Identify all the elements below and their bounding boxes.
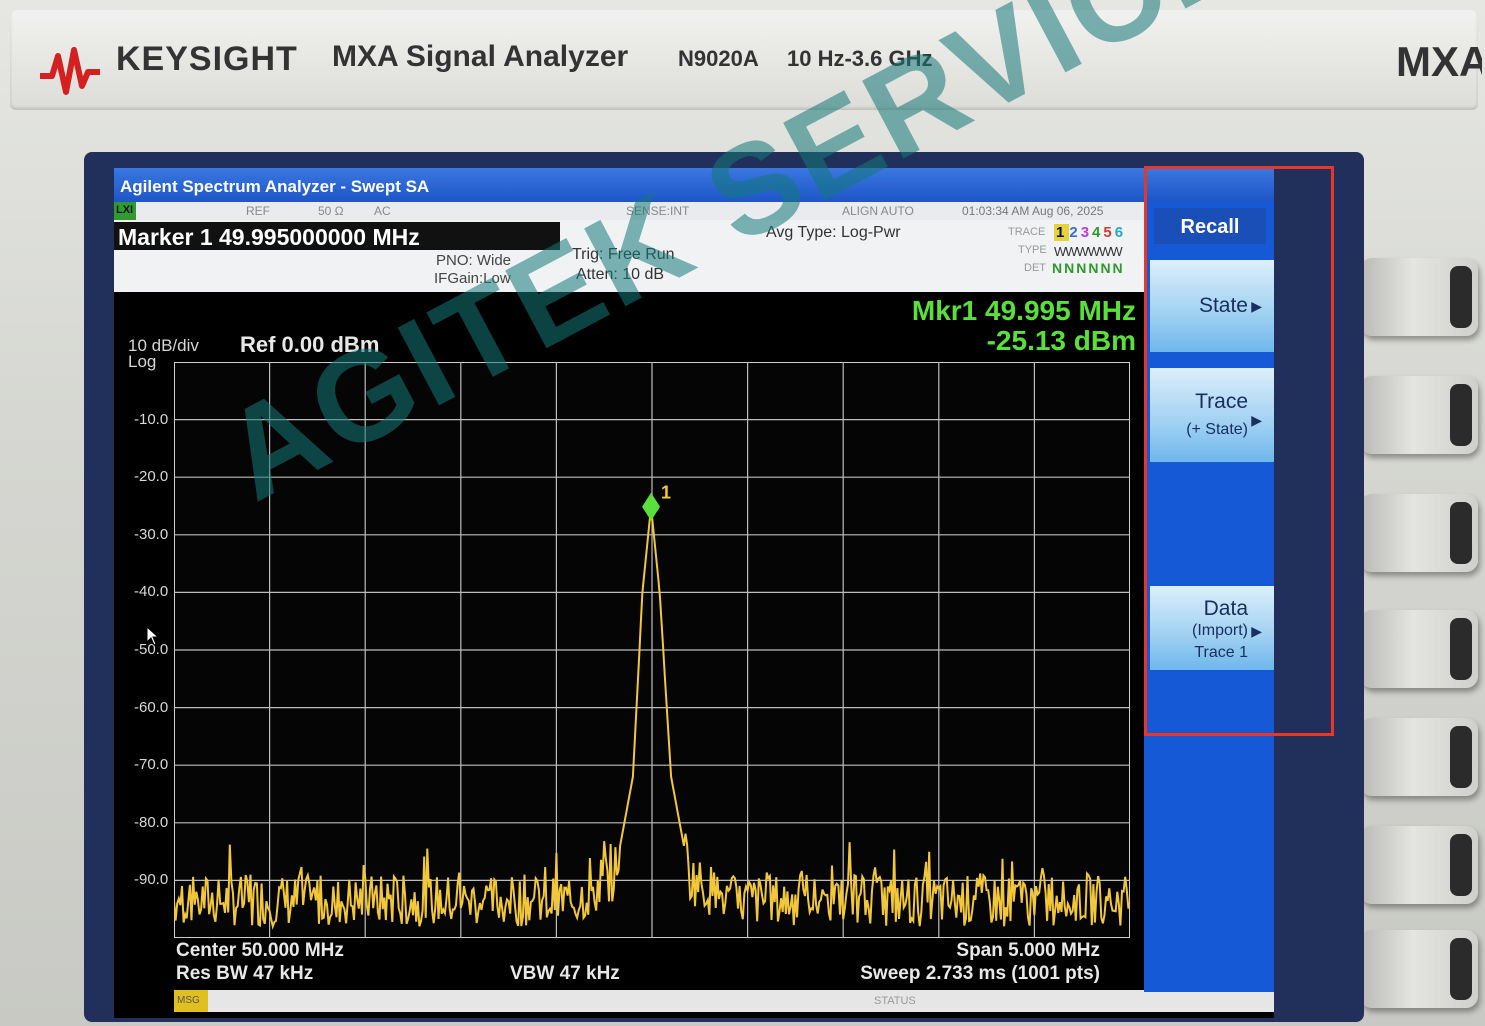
hardware-softkey-1[interactable]: [1360, 258, 1478, 336]
ref-label: REF: [246, 204, 270, 218]
mouse-pointer-icon: [146, 626, 160, 646]
softkey-highlight-box: [1144, 166, 1334, 736]
hardware-softkey-3[interactable]: [1360, 494, 1478, 572]
trigger-setting: Trig: Free Run: [572, 246, 675, 263]
y-tick-label: -70.0: [134, 756, 169, 774]
hardware-softkey-7[interactable]: [1360, 930, 1478, 1008]
marker-readout: Mkr1 49.995 MHz -25.13 dBm: [904, 296, 1136, 356]
trace-numbers: 1 23456: [1054, 224, 1126, 241]
det-label: DET: [1024, 262, 1046, 274]
center-frequency: Center 50.000 MHz: [176, 940, 344, 961]
spectrum-plot[interactable]: 1: [174, 362, 1130, 938]
measurement-info-panel: Marker 1 49.995000000 MHz PNO: Wide IFGa…: [114, 220, 1144, 292]
y-tick-label: -10.0: [134, 410, 169, 428]
y-tick-label: -80.0: [134, 813, 169, 831]
ifgain-setting: IFGain:Low: [434, 270, 511, 287]
msg-tag: MSG: [174, 990, 208, 1012]
reference-level: Ref 0.00 dBm: [240, 332, 380, 357]
coupling-label: AC: [374, 204, 391, 218]
trace-label: TRACE: [1008, 226, 1046, 238]
brand-name: KEYSIGHT: [116, 40, 298, 78]
align-label: ALIGN AUTO: [842, 204, 914, 218]
hardware-softkey-5[interactable]: [1360, 718, 1478, 796]
trace-number-6: 6: [1114, 224, 1127, 241]
attenuation-setting: Atten: 10 dB: [576, 266, 665, 283]
impedance-label: 50 Ω: [318, 204, 344, 218]
analyzer-screen: Agilent Spectrum Analyzer - Swept SA LXI…: [114, 168, 1274, 1018]
app-title-bar: Agilent Spectrum Analyzer - Swept SA: [114, 168, 1274, 202]
lxi-badge: LXI: [114, 202, 136, 220]
avg-type-setting: Avg Type: Log-Pwr: [766, 224, 901, 241]
pno-setting: PNO: Wide: [436, 252, 512, 269]
resolution-bandwidth: Res BW 47 kHz: [176, 963, 314, 984]
message-bar: MSG STATUS: [174, 990, 1274, 1012]
hardware-softkey-6[interactable]: [1360, 826, 1478, 904]
sweep-time: Sweep 2.733 ms (1001 pts): [860, 963, 1100, 984]
trace-det-row: NNNNNN: [1052, 260, 1125, 276]
corner-model-label: MXA: [1396, 38, 1482, 85]
trace-number-5: 5: [1103, 224, 1115, 241]
marker-frequency: Mkr1 49.995 MHz: [911, 295, 1136, 326]
model-title: MXA Signal Analyzer: [332, 40, 629, 73]
trace-number-1: 1: [1054, 224, 1070, 241]
timestamp: 01:03:34 AM Aug 06, 2025: [962, 204, 1104, 218]
hardware-softkey-2[interactable]: [1360, 376, 1478, 454]
y-tick-label: -90.0: [134, 871, 169, 889]
scale-type: Log: [128, 352, 157, 371]
model-number: N9020A: [678, 46, 759, 71]
status-row: LXI REF 50 Ω AC SENSE:INT ALIGN AUTO 01:…: [114, 202, 1144, 220]
y-tick-label: -30.0: [134, 525, 169, 543]
status-tag: STATUS: [874, 995, 916, 1007]
hardware-softkey-4[interactable]: [1360, 610, 1478, 688]
video-bandwidth: VBW 47 kHz: [510, 963, 620, 984]
instrument-header: KEYSIGHT MXA Signal Analyzer N9020A 10 H…: [10, 10, 1482, 110]
type-label: TYPE: [1018, 244, 1047, 256]
frequency-range: 10 Hz-3.6 GHz: [787, 46, 933, 71]
frequency-span: Span 5.000 MHz: [956, 940, 1100, 961]
marker-amplitude: -25.13 dBm: [986, 325, 1136, 356]
y-tick-label: -20.0: [134, 468, 169, 486]
trace-number-2: 2: [1069, 224, 1081, 241]
marker-1-label: 1: [661, 483, 671, 503]
active-marker-readout: Marker 1 49.995000000 MHz: [114, 222, 560, 250]
keysight-logo-icon: [40, 47, 100, 95]
sense-label: SENSE:INT: [626, 204, 690, 218]
trace-type-row: WWWWWW: [1054, 244, 1123, 259]
y-tick-label: -40.0: [134, 583, 169, 601]
trace-number-3: 3: [1080, 224, 1093, 241]
trace-number-4: 4: [1092, 224, 1104, 241]
y-tick-label: -60.0: [134, 698, 169, 716]
